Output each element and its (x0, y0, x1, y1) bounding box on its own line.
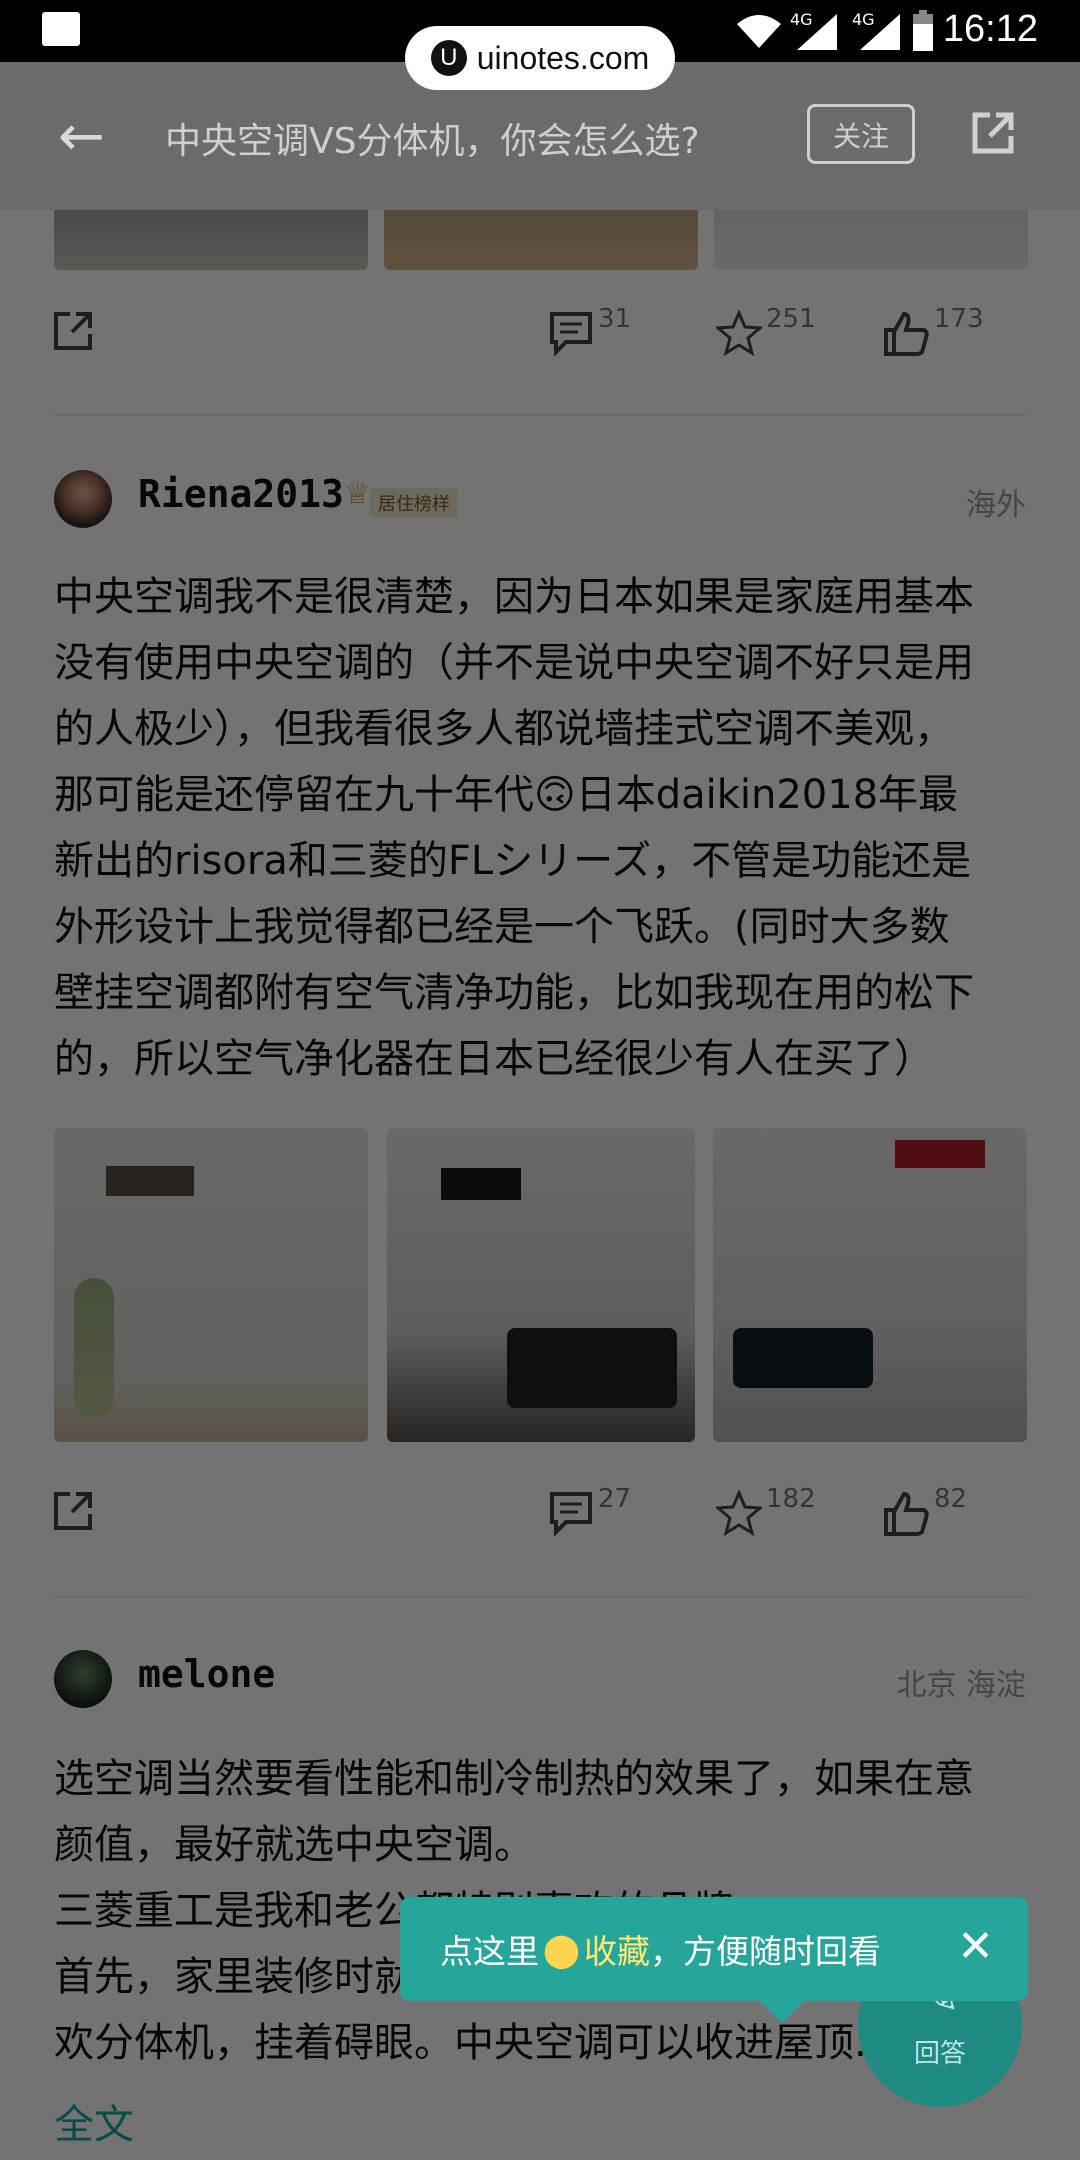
tip-text-suffix: ，方便随时回看 (649, 1932, 881, 1971)
gallery-icon (42, 12, 80, 46)
close-icon[interactable]: ✕ (957, 1925, 994, 1969)
signal-icon-2 (860, 14, 900, 50)
share-icon[interactable] (52, 310, 94, 352)
prev-answer-image-3[interactable] (714, 200, 1028, 270)
share-icon[interactable] (970, 110, 1016, 156)
answer-image-3[interactable] (713, 1128, 1027, 1442)
battery-icon (913, 10, 933, 51)
watermark-badge: U uinotes.com (405, 26, 675, 90)
wifi-icon (737, 15, 781, 48)
prev-answer-image-2[interactable] (384, 200, 698, 270)
answer-line: 壁挂空调都附有空气清净功能，比如我现在用的松下 (54, 970, 974, 1016)
thumbs-up-icon[interactable] (882, 310, 930, 358)
author-badge: 居住榜样 (370, 488, 458, 518)
question-title: 中央空调VS分体机，你会怎么选? (165, 121, 700, 162)
star-icon[interactable] (716, 1490, 762, 1536)
follow-button[interactable]: 关注 (807, 104, 915, 164)
avatar[interactable] (54, 1650, 112, 1708)
avatar[interactable] (54, 470, 112, 528)
star-icon: ⬤ (543, 1929, 580, 1969)
comment-count: 27 (598, 1484, 632, 1514)
author-location: 海外 (966, 488, 1026, 523)
answer-line: 的，所以空气净化器在日本已经很少有人在买了） (54, 1036, 934, 1082)
answer-image-2[interactable] (387, 1128, 695, 1442)
comment-icon[interactable] (548, 1490, 594, 1536)
answer-actions: 27 182 82 (0, 1484, 1080, 1550)
watermark-logo: U (430, 40, 467, 76)
like-count: 173 (934, 304, 984, 334)
prev-answer-actions: 31 251 173 (0, 304, 1080, 370)
status-time: 16:12 (942, 8, 1038, 50)
read-more-link[interactable]: 全文 (54, 2092, 134, 2150)
favorite-count: 251 (766, 304, 816, 334)
answer-image-1[interactable] (54, 1128, 368, 1442)
answer-divider (54, 414, 1026, 416)
answer-author-name[interactable]: melone (138, 1652, 275, 1696)
answer-line: 中央空调我不是很清楚，因为日本如果是家庭用基本 (54, 574, 974, 620)
star-icon[interactable] (716, 310, 762, 356)
favorite-count: 182 (766, 1484, 816, 1514)
comment-count: 31 (598, 304, 632, 334)
answer-author-name[interactable]: Riena2013 (138, 472, 344, 516)
answer-line: 新出的risora和三菱的FLシリーズ，不管是功能还是 (54, 838, 972, 884)
share-icon[interactable] (52, 1490, 94, 1532)
answer-line: 的人极少），但我看很多人都说墙挂式空调不美观， (54, 706, 954, 752)
tip-text-prefix: 点这里 (440, 1932, 539, 1971)
comment-icon[interactable] (548, 310, 594, 356)
like-count: 82 (934, 1484, 968, 1514)
answer-line: 选空调当然要看性能和制冷制热的效果了，如果在意 (54, 1756, 974, 1802)
trophy-icon: ♕ (344, 476, 371, 511)
answer-divider (54, 1596, 1026, 1598)
back-arrow-icon[interactable]: ← (58, 104, 105, 169)
watermark-text: uinotes.com (476, 39, 650, 76)
answer-line: 没有使用中央空调的（并不是说中央空调不好只是用 (54, 640, 974, 686)
favorite-tip-banner[interactable]: 点这里 ⬤ 收藏 ，方便随时回看 ✕ (400, 1897, 1028, 2023)
thumbs-up-icon[interactable] (882, 1490, 930, 1538)
answer-line: 那可能是还停留在九十年代🙃日本daikin2018年最 (54, 772, 959, 818)
signal-icon-1 (797, 14, 837, 50)
prev-answer-image-1[interactable] (54, 200, 368, 270)
answer-line: 外形设计上我觉得都已经是一个飞跃。(同时大多数 (54, 904, 950, 950)
answer-text[interactable]: 中央空调我不是很清楚，因为日本如果是家庭用基本 没有使用中央空调的（并不是说中央… (54, 564, 1034, 1092)
author-location: 北京 海淀 (896, 1668, 1026, 1703)
answer-line: 颜值，最好就选中央空调。 (54, 1822, 534, 1868)
answer-fab-label: 回答 (913, 2039, 966, 2069)
tip-highlight: 收藏 (583, 1932, 650, 1971)
